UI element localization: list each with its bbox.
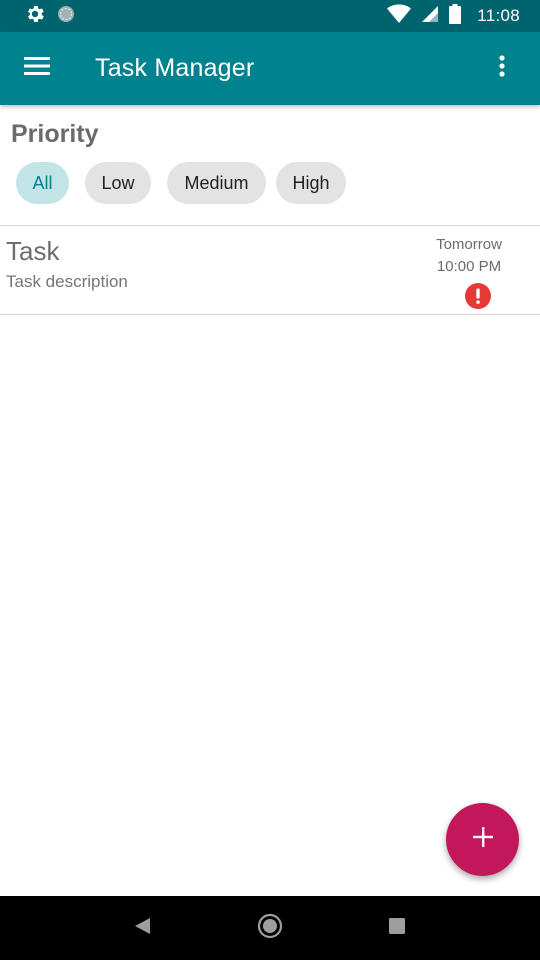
status-bar: 11:08 [0,0,540,32]
back-button[interactable] [113,898,173,958]
task-list-item[interactable]: Task Task description Tomorrow 10:00 PM [0,226,540,314]
home-icon [257,913,283,944]
recents-icon [388,917,406,940]
home-button[interactable] [240,898,300,958]
navigation-bar [0,896,540,960]
screen: 11:08 Task Manager Priority All Low Medi… [0,0,540,960]
chip-medium[interactable]: Medium [167,162,266,204]
divider-bottom [0,314,540,315]
task-due-time: 10:00 PM [436,258,502,275]
task-due-day: Tomorrow [436,236,502,253]
sync-icon [56,4,76,29]
add-icon [472,826,494,853]
more-options-button[interactable] [478,44,526,92]
battery-icon [449,3,462,29]
wifi-icon [387,4,412,29]
chip-low[interactable]: Low [85,162,151,204]
chip-all[interactable]: All [16,162,69,204]
hamburger-menu-icon [24,56,50,81]
recents-button[interactable] [367,898,427,958]
high-priority-icon [465,283,491,309]
back-icon [134,917,152,940]
task-title: Task [6,236,60,266]
add-task-button[interactable] [446,803,519,876]
status-time: 11:08 [477,6,520,25]
chip-high[interactable]: High [276,162,346,204]
priority-label: Priority [11,120,99,148]
app-bar: Task Manager [0,32,540,105]
settings-icon [24,3,46,30]
priority-filter: Priority All Low Medium High [0,105,540,225]
more-vert-icon [499,54,505,83]
signal-icon [421,5,439,28]
priority-chips: All Low Medium High [16,162,346,204]
task-due: Tomorrow 10:00 PM [424,234,514,278]
app-title: Task Manager [95,54,255,82]
menu-button[interactable] [1,33,73,105]
task-description: Task description [6,272,128,291]
